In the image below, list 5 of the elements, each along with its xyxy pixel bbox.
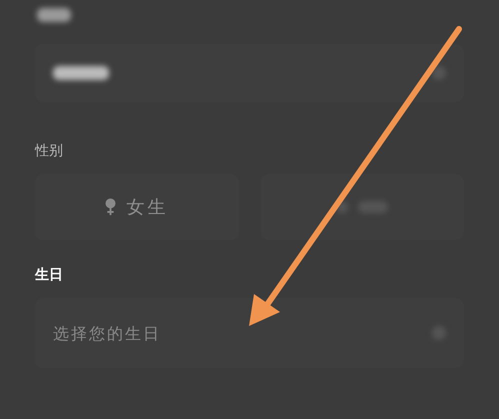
birthday-label: 生日 [35,266,64,284]
female-icon [105,198,116,216]
blurred-label [37,8,71,22]
gender-label: 性别 [35,142,64,160]
blurred-text [53,66,109,80]
